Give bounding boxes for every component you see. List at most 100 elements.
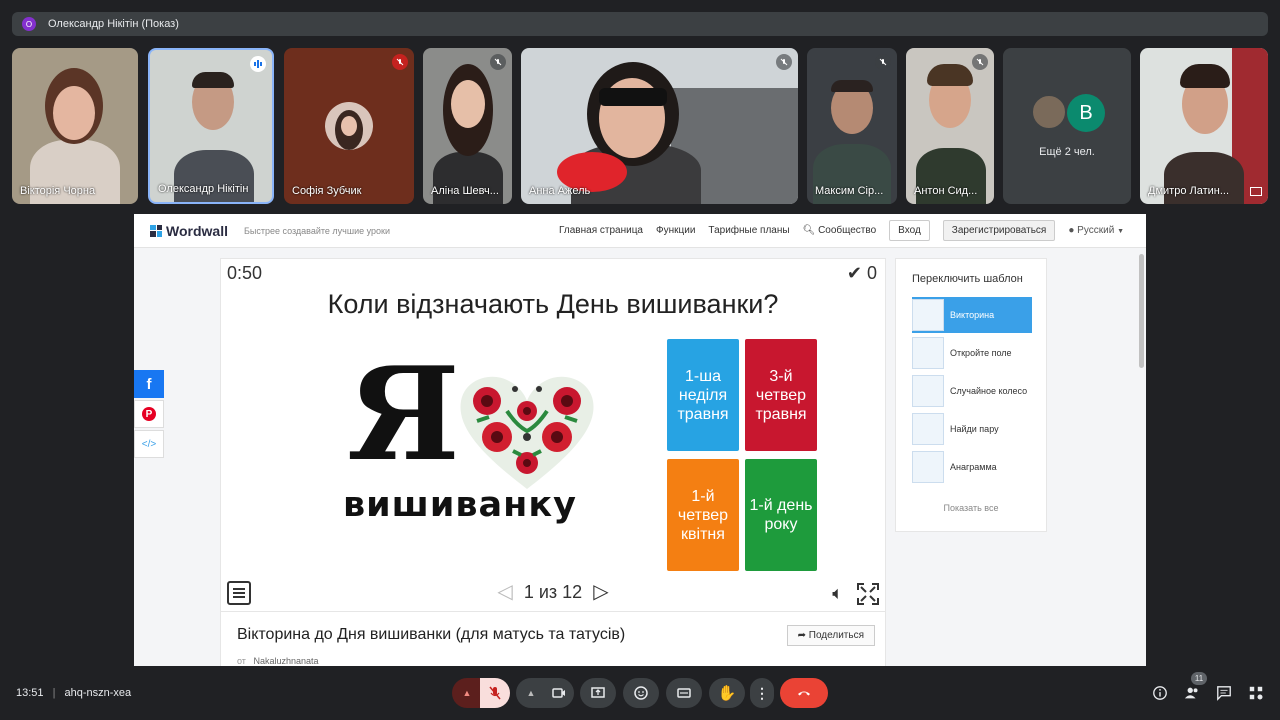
template-match-pairs[interactable]: Найди пару (912, 411, 1032, 447)
open-box-template-icon (912, 337, 944, 369)
presentation-bar: О Олександр Нікітін (Показ) (12, 12, 1268, 36)
activity-author: от Nakaluzhnanata (237, 656, 319, 666)
template-random-wheel[interactable]: Случайное колесо (912, 373, 1032, 409)
register-button[interactable]: Зарегистрироваться (942, 220, 1056, 241)
answer-option-4[interactable]: 1-й день року (745, 459, 817, 571)
muted-mic-icon (972, 54, 988, 70)
nav-community[interactable]: 🔍︎ Сообщество (803, 225, 877, 236)
quiz-game: 0:50 ✔ 0 Коли відзначають День вишиванки… (220, 258, 886, 666)
quiz-template-icon (912, 299, 944, 331)
nav-home[interactable]: Главная страница (559, 225, 643, 236)
embed-code-icon: </> (141, 438, 157, 450)
wordwall-logo-icon (150, 224, 162, 237)
participant-name: Максим Сір... (815, 185, 884, 197)
participant-avatar-letter: В (1067, 94, 1105, 132)
activities-icon (1249, 686, 1263, 700)
show-all-link[interactable]: Показать все (896, 503, 1046, 513)
wordwall-logo[interactable]: Wordwall (150, 223, 228, 239)
meeting-details-button[interactable] (1151, 684, 1169, 702)
leave-call-button[interactable] (780, 678, 828, 708)
facebook-share-button[interactable]: f (134, 370, 164, 398)
muted-mic-icon (392, 54, 408, 70)
anagram-template-icon (912, 451, 944, 483)
mic-toggle-button[interactable] (480, 678, 510, 708)
embroidered-heart-icon (460, 376, 594, 489)
camera-options-button[interactable]: ▲ (516, 678, 546, 708)
emoji-icon (634, 686, 648, 700)
answer-option-1[interactable]: 1-ша неділя травня (667, 339, 739, 451)
participant-name: Вікторія Чорна (20, 185, 96, 197)
present-button[interactable] (580, 678, 616, 708)
captions-button[interactable] (666, 678, 702, 708)
question-image: Я вишиванку (333, 337, 607, 571)
people-button[interactable]: 11 (1183, 672, 1207, 702)
pin-icon[interactable] (1250, 187, 1262, 196)
more-options-button[interactable]: ⋮ (750, 678, 774, 708)
match-template-icon (912, 413, 944, 445)
participant-tile-speaking[interactable]: Олександр Нікітін (148, 48, 274, 204)
nav-plans[interactable]: Тарифные планы (708, 225, 789, 236)
camera-icon (552, 688, 565, 698)
image-word: вишиванку (343, 485, 577, 525)
template-quiz[interactable]: Викторина (912, 297, 1032, 333)
globe-icon: ● (1068, 225, 1075, 236)
presentation-title: Олександр Нікітін (Показ) (48, 18, 179, 30)
meeting-code: ahq-nszn-xea (64, 687, 132, 699)
camera-toggle-button[interactable] (544, 678, 574, 708)
answer-option-2[interactable]: 3-й четвер травня (745, 339, 817, 451)
reactions-button[interactable] (623, 678, 659, 708)
page-scrollbar[interactable] (1139, 254, 1144, 368)
wordwall-header: Wordwall Быстрее создавайте лучшие уроки… (134, 214, 1146, 248)
next-arrow-icon[interactable]: ▷ (593, 581, 608, 603)
quiz-timer: 0:50 (227, 263, 263, 283)
activity-title: Вікторина до Дня вишиванки (для матусь т… (237, 626, 626, 643)
chevron-down-icon: ▼ (1117, 228, 1124, 235)
mic-off-icon (489, 686, 501, 700)
meeting-controls: 13:51 | ahq-nszn-xea ▲ ▲ ✋ ⋮ 11 (0, 672, 1280, 720)
language-select[interactable]: ● Русский ▼ (1068, 225, 1124, 236)
hang-up-icon (798, 691, 810, 696)
embed-button[interactable]: </> (134, 430, 164, 458)
chevron-up-icon: ▲ (526, 688, 536, 698)
template-open-box[interactable]: Откройте поле (912, 335, 1032, 371)
muted-mic-icon (875, 54, 891, 70)
participant-name: Анна Ажель (529, 185, 591, 197)
meeting-info: 13:51 | ahq-nszn-xea (16, 687, 132, 699)
participant-tile[interactable]: Аліна Шевч... (423, 48, 512, 204)
image-big-letter: Я (347, 340, 460, 490)
question-pager: ◁ 1 из 12 ▷ (497, 581, 609, 603)
sound-button[interactable]: 🔈︎ (832, 583, 843, 604)
participant-strip: Вікторія Чорна Олександр Нікітін Софія З… (0, 48, 1280, 204)
participant-name: Дмитро Латин... (1148, 185, 1230, 197)
checkmark-icon: ✔ (846, 263, 862, 283)
share-button[interactable]: ➦ Поделиться (786, 625, 875, 646)
captions-icon (677, 688, 691, 698)
participant-tile[interactable]: Дмитро Латин... (1140, 48, 1268, 204)
chat-button[interactable] (1215, 684, 1233, 702)
mic-options-button[interactable]: ▲ (452, 678, 482, 708)
shared-screen: Wordwall Быстрее создавайте лучшие уроки… (134, 214, 1146, 666)
wordwall-tagline: Быстрее создавайте лучшие уроки (243, 225, 390, 236)
participant-tile[interactable]: Вікторія Чорна (12, 48, 138, 204)
pinterest-share-button[interactable]: P (134, 400, 164, 428)
speaker-icon: 🔈︎ (832, 583, 843, 603)
prev-arrow-icon[interactable]: ◁ (497, 581, 512, 603)
more-participants-tile[interactable]: В Ещё 2 чел. (1003, 48, 1131, 204)
answer-option-3[interactable]: 1-й четвер квітня (667, 459, 739, 571)
template-anagram[interactable]: Анаграмма (912, 449, 1032, 485)
fullscreen-button[interactable] (857, 583, 879, 605)
activities-button[interactable] (1247, 684, 1265, 702)
speaking-indicator-icon (250, 56, 266, 72)
quiz-question: Коли відзначають День вишиванки? (327, 289, 779, 319)
participant-tile[interactable]: Максим Сір... (807, 48, 897, 204)
participant-tile[interactable]: Софія Зубчик (284, 48, 414, 204)
pinterest-icon: P (142, 407, 156, 421)
login-button[interactable]: Вход (889, 220, 930, 241)
quiz-score: ✔ 0 (846, 263, 877, 283)
participant-tile[interactable]: Антон Сид... (906, 48, 994, 204)
nav-features[interactable]: Функции (656, 225, 695, 236)
raise-hand-button[interactable]: ✋ (709, 678, 745, 708)
presenter-avatar: О (22, 17, 36, 31)
more-vert-icon: ⋮ (755, 684, 769, 701)
participant-tile[interactable]: Анна Ажель (521, 48, 798, 204)
